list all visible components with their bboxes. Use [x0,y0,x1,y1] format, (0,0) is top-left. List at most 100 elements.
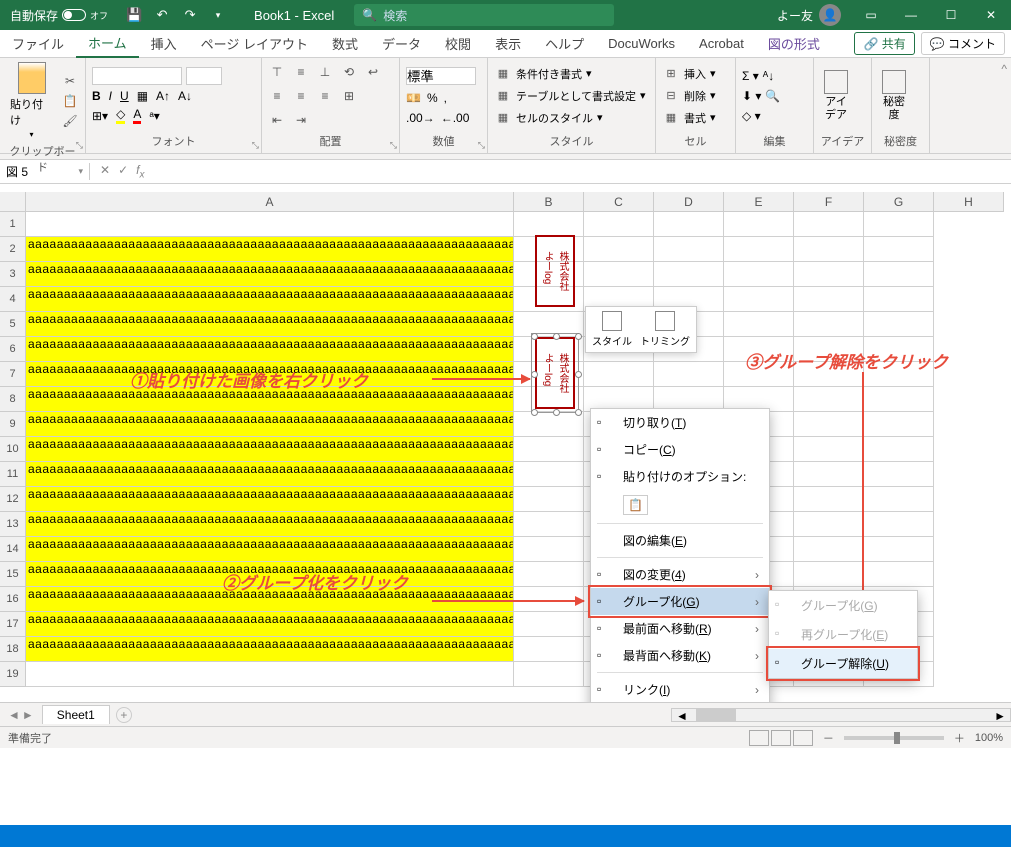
cell[interactable] [724,287,794,312]
cell[interactable] [794,312,864,337]
cell[interactable] [514,312,584,337]
sheet-nav-next-icon[interactable]: ► [22,708,34,722]
italic-button[interactable]: I [109,89,112,103]
font-color-icon[interactable]: A [133,107,141,124]
row-header[interactable]: 7 [0,362,26,387]
menu-item[interactable]: ▫最前面へ移動(R)› [591,615,769,642]
cell[interactable] [584,362,654,387]
cell[interactable] [584,237,654,262]
cell[interactable] [864,287,934,312]
qat-customize-icon[interactable]: ▾ [210,7,226,23]
cell[interactable] [584,212,654,237]
cell[interactable]: aaaaaaaaaaaaaaaaaaaaaaaaaaaaaaaaaaaaaaaa… [26,512,514,537]
copy-icon[interactable]: 📋 [61,92,79,110]
sensitivity-button[interactable]: 秘密 度 [878,68,910,122]
autosum-icon[interactable]: Σ ▾ [742,69,759,83]
cell[interactable] [864,562,934,587]
cell[interactable] [654,237,724,262]
percent-icon[interactable]: % [427,91,438,105]
account-button[interactable]: よー友 👤 [767,4,851,26]
style-button[interactable]: スタイル [592,311,632,348]
increase-decimal-icon[interactable]: .00→ [406,111,435,125]
cell[interactable] [514,562,584,587]
cancel-icon[interactable]: ✕ [100,163,110,180]
cell[interactable] [794,512,864,537]
cell[interactable] [514,462,584,487]
cell[interactable]: aaaaaaaaaaaaaaaaaaaaaaaaaaaaaaaaaaaaaaaa… [26,612,514,637]
align-center-icon[interactable]: ≡ [292,87,310,105]
close-icon[interactable]: ✕ [971,0,1011,30]
underline-button[interactable]: U [120,89,129,103]
cell[interactable]: aaaaaaaaaaaaaaaaaaaaaaaaaaaaaaaaaaaaaaaa… [26,487,514,512]
cell[interactable] [864,437,934,462]
ideas-button[interactable]: アイ デア [820,68,852,122]
row-header[interactable]: 17 [0,612,26,637]
tab-表示[interactable]: 表示 [483,30,533,58]
cell[interactable] [654,362,724,387]
row-header[interactable]: 10 [0,437,26,462]
row-header[interactable]: 19 [0,662,26,687]
cell[interactable] [26,212,514,237]
tab-ホーム[interactable]: ホーム [76,30,139,58]
zoom-in-icon[interactable]: ＋ [954,730,965,746]
cell[interactable] [514,212,584,237]
wrap-text-icon[interactable]: ↩ [364,63,382,81]
cell[interactable] [864,262,934,287]
page-layout-view-icon[interactable] [771,730,791,746]
row-header[interactable]: 15 [0,562,26,587]
cell[interactable] [864,387,934,412]
cell[interactable] [864,412,934,437]
cell[interactable] [794,287,864,312]
spreadsheet-grid[interactable]: 12aaaaaaaaaaaaaaaaaaaaaaaaaaaaaaaaaaaaaa… [0,212,1011,702]
cell[interactable]: aaaaaaaaaaaaaaaaaaaaaaaaaaaaaaaaaaaaaaaa… [26,312,514,337]
cell[interactable] [794,537,864,562]
format-painter-icon[interactable]: 🖌 [61,112,79,130]
col-header-D[interactable]: D [654,192,724,212]
row-header[interactable]: 4 [0,287,26,312]
cell[interactable] [864,237,934,262]
align-top-icon[interactable]: ⊤ [268,63,286,81]
cell[interactable] [864,487,934,512]
cell[interactable] [26,662,514,687]
cell[interactable]: aaaaaaaaaaaaaaaaaaaaaaaaaaaaaaaaaaaaaaaa… [26,237,514,262]
row-header[interactable]: 11 [0,462,26,487]
menu-item[interactable]: ▫最背面へ移動(K)› [591,642,769,669]
dialog-launcher-icon[interactable]: ⤡ [76,140,83,151]
menu-item[interactable]: ▫グループ化(G)› [591,588,769,615]
insert-cells-button[interactable]: ⊞挿入 ▾ [662,65,716,83]
menu-item[interactable]: ▫貼り付けのオプション: [591,463,769,490]
cell[interactable]: aaaaaaaaaaaaaaaaaaaaaaaaaaaaaaaaaaaaaaaa… [26,537,514,562]
cell[interactable] [724,262,794,287]
align-bottom-icon[interactable]: ⊥ [316,63,334,81]
conditional-format-button[interactable]: ▦条件付き書式 ▾ [494,65,646,83]
cell[interactable] [794,487,864,512]
col-header-B[interactable]: B [514,192,584,212]
cell[interactable]: aaaaaaaaaaaaaaaaaaaaaaaaaaaaaaaaaaaaaaaa… [26,462,514,487]
tab-数式[interactable]: 数式 [320,30,370,58]
dialog-launcher-icon[interactable]: ⤡ [252,140,259,151]
cell[interactable] [794,437,864,462]
clear-icon[interactable]: ◇ ▾ [742,109,761,123]
cell[interactable]: aaaaaaaaaaaaaaaaaaaaaaaaaaaaaaaaaaaaaaaa… [26,287,514,312]
delete-cells-button[interactable]: ⊟削除 ▾ [662,87,716,105]
border-icon[interactable]: ▦ [137,89,148,103]
cell[interactable] [514,512,584,537]
cell[interactable]: aaaaaaaaaaaaaaaaaaaaaaaaaaaaaaaaaaaaaaaa… [26,337,514,362]
cell[interactable]: aaaaaaaaaaaaaaaaaaaaaaaaaaaaaaaaaaaaaaaa… [26,437,514,462]
crop-button[interactable]: トリミング [640,311,690,348]
row-header[interactable]: 5 [0,312,26,337]
cell[interactable] [654,262,724,287]
currency-icon[interactable]: 💴 [406,91,421,105]
format-table-button[interactable]: ▦テーブルとして書式設定 ▾ [494,87,646,105]
cell[interactable]: aaaaaaaaaaaaaaaaaaaaaaaaaaaaaaaaaaaaaaaa… [26,262,514,287]
merge-icon[interactable]: ⊞ [340,87,358,105]
cell[interactable] [514,412,584,437]
sheet-nav-prev-icon[interactable]: ◄ [8,708,20,722]
row-header[interactable]: 9 [0,412,26,437]
menu-item[interactable]: ▫リンク(I)› [591,676,769,702]
cut-icon[interactable]: ✂ [61,72,79,90]
col-header-E[interactable]: E [724,192,794,212]
cell[interactable]: aaaaaaaaaaaaaaaaaaaaaaaaaaaaaaaaaaaaaaaa… [26,412,514,437]
row-header[interactable]: 8 [0,387,26,412]
menu-item[interactable]: ▫切り取り(T) [591,409,769,436]
